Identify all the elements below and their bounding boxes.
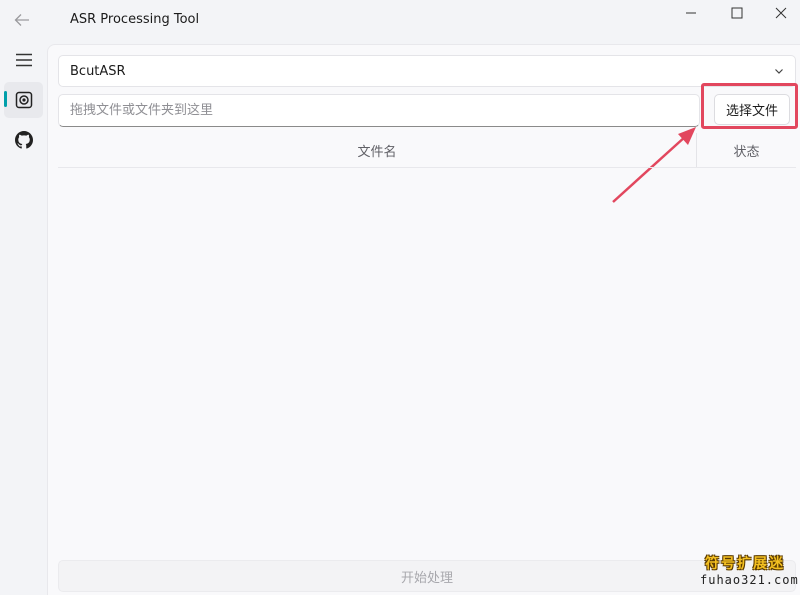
close-button[interactable] (766, 4, 796, 22)
back-button[interactable] (10, 9, 34, 31)
window-title: ASR Processing Tool (70, 12, 200, 27)
transcribe-icon (15, 91, 32, 109)
annotation-highlight-box (701, 83, 798, 129)
sidebar-item-transcribe[interactable] (4, 82, 43, 118)
arrow-left-icon (14, 14, 29, 26)
maximize-icon (731, 7, 743, 19)
close-icon (775, 7, 787, 19)
sidebar-item-github[interactable] (4, 122, 43, 158)
active-nav-indicator (4, 91, 7, 107)
file-path-input[interactable] (58, 94, 700, 127)
maximize-button[interactable] (722, 4, 752, 22)
minimize-button[interactable] (676, 4, 706, 22)
asr-engine-select[interactable]: BcutASR (58, 55, 796, 87)
watermark: 符号扩展迷 fuhao321.com (700, 553, 799, 587)
menu-icon (15, 53, 32, 67)
column-header-status[interactable]: 状态 (697, 133, 796, 167)
sidebar (0, 42, 47, 595)
github-icon (14, 131, 33, 149)
sidebar-menu-button[interactable] (4, 42, 43, 78)
start-processing-button[interactable]: 开始处理 (58, 560, 796, 592)
watermark-url: fuhao321.com (700, 573, 799, 587)
asr-engine-value: BcutASR (70, 63, 126, 79)
chevron-down-icon (775, 69, 783, 74)
watermark-title: 符号扩展迷 (705, 556, 785, 572)
title-bar: ASR Processing Tool (0, 0, 800, 42)
main-content: BcutASR 选择文件 文件名 状态 开始处理 (47, 44, 800, 595)
minimize-icon (686, 12, 696, 14)
file-table-header: 文件名 状态 (58, 133, 796, 168)
column-header-filename[interactable]: 文件名 (58, 133, 696, 167)
